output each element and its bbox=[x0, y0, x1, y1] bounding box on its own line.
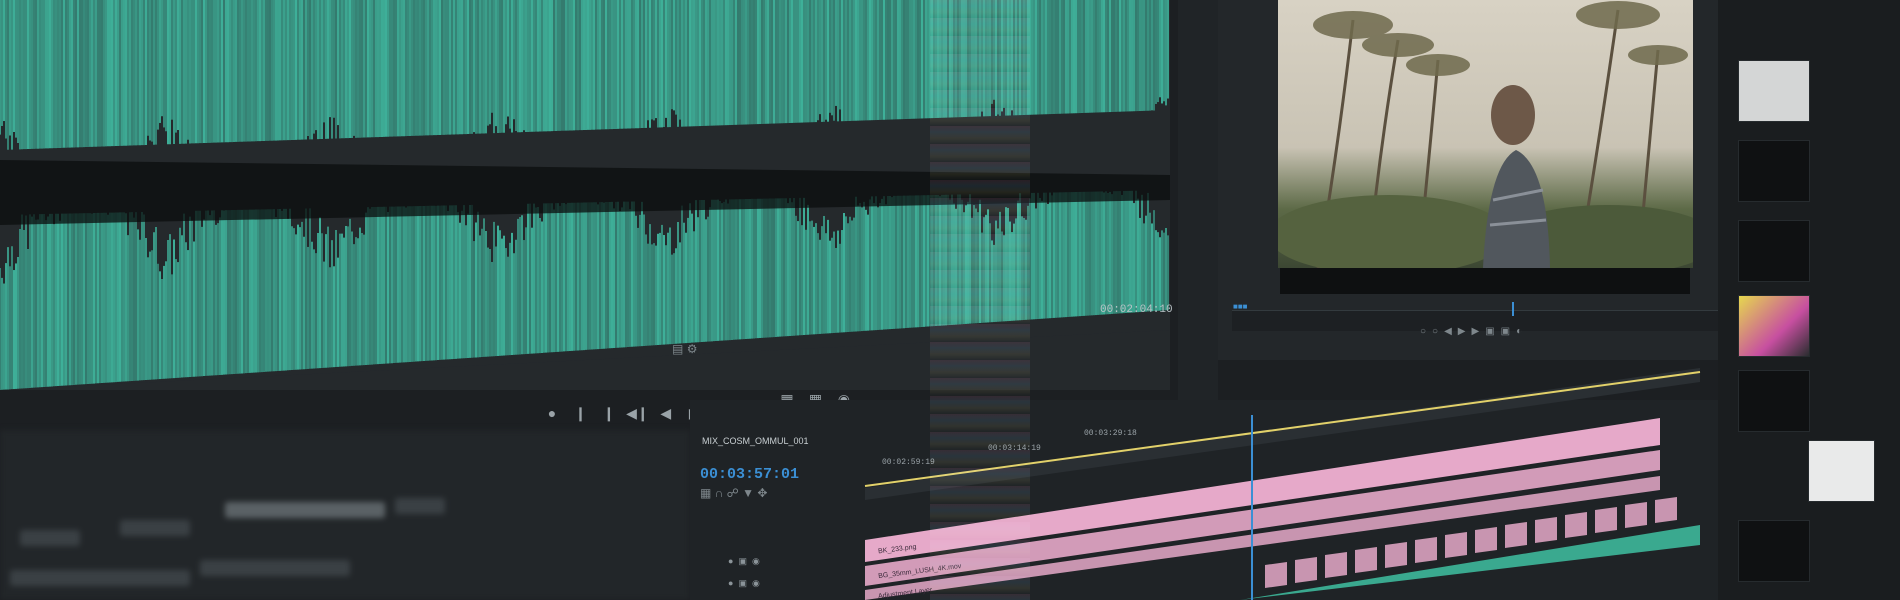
eye-icon[interactable]: ◉ bbox=[752, 556, 760, 566]
wrench-icon[interactable]: ✥ bbox=[757, 486, 767, 500]
track-controls: ● ▣ ◉ bbox=[728, 556, 760, 567]
track-controls: ● ▣ ◉ bbox=[728, 578, 760, 589]
video-clip bbox=[1625, 502, 1647, 528]
link-icon[interactable]: ☍ bbox=[727, 486, 739, 500]
toggle-track-icon[interactable]: ▣ bbox=[738, 556, 747, 566]
marker-icon[interactable]: ▼ bbox=[742, 486, 754, 500]
video-clip bbox=[1475, 527, 1497, 553]
video-clip bbox=[1385, 542, 1407, 568]
timeline-tracks[interactable] bbox=[0, 0, 1900, 600]
video-clip bbox=[1505, 522, 1527, 548]
ruler-tick-label: 00:03:29:18 bbox=[1084, 429, 1137, 438]
toggle-track-icon[interactable]: ▣ bbox=[738, 578, 747, 588]
timeline-tools: ▦ ∩ ☍ ▼ ✥ bbox=[700, 486, 767, 500]
eye-icon[interactable]: ◉ bbox=[752, 578, 760, 588]
video-clip bbox=[1535, 517, 1557, 543]
video-clip bbox=[1565, 512, 1587, 538]
lock-icon[interactable]: ● bbox=[728, 556, 733, 566]
video-clip bbox=[1325, 552, 1347, 578]
video-clip bbox=[1445, 532, 1467, 558]
video-clip bbox=[1595, 507, 1617, 533]
video-clip bbox=[1655, 497, 1677, 523]
video-clip bbox=[1295, 557, 1317, 583]
nest-icon[interactable]: ▦ bbox=[700, 486, 711, 500]
video-clip bbox=[1415, 537, 1437, 563]
video-clip bbox=[1355, 547, 1377, 573]
lock-icon[interactable]: ● bbox=[728, 578, 733, 588]
video-clip bbox=[1265, 562, 1287, 588]
ruler-tick-label: 00:03:14:19 bbox=[988, 444, 1041, 453]
snap-icon[interactable]: ∩ bbox=[715, 486, 724, 500]
ruler-tick-label: 00:02:59:19 bbox=[882, 458, 935, 467]
sequence-tab[interactable]: MIX_COSM_OMMUL_001 bbox=[702, 436, 809, 446]
sequence-timecode[interactable]: 00:03:57:01 bbox=[700, 466, 799, 483]
